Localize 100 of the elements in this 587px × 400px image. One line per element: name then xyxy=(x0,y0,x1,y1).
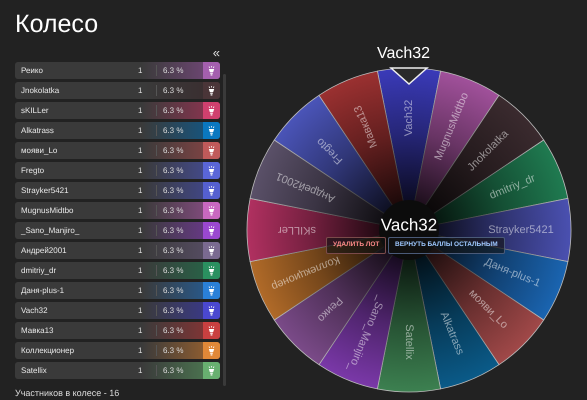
bulb-icon xyxy=(208,186,215,196)
share-value: 6.3 % xyxy=(163,124,184,136)
color-tab[interactable] xyxy=(203,342,220,359)
participant-row[interactable]: Strayker5421 1 6.3 % xyxy=(15,182,220,199)
color-tab[interactable] xyxy=(203,222,220,239)
count-value: 1 xyxy=(138,104,144,116)
share-value: 6.3 % xyxy=(163,224,184,236)
participant-row[interactable]: MugnusMidtbo 1 6.3 % xyxy=(15,202,220,219)
share-value: 6.3 % xyxy=(163,284,184,296)
bulb-icon xyxy=(208,246,215,256)
participant-name: Реико xyxy=(20,64,44,76)
participant-name: Даня-plus-1 xyxy=(20,284,66,296)
participant-name: Strayker5421 xyxy=(20,184,70,196)
color-tab[interactable] xyxy=(203,242,220,259)
participant-name: Андрей2001 xyxy=(20,244,68,256)
color-tab[interactable] xyxy=(203,182,220,199)
segment-label: Satellix xyxy=(403,324,416,360)
count-value: 1 xyxy=(138,364,144,376)
participant-name: Fregto xyxy=(20,164,46,176)
bulb-icon xyxy=(208,106,215,116)
bulb-icon xyxy=(208,86,215,96)
color-tab[interactable] xyxy=(203,262,220,279)
bulb-icon xyxy=(208,226,215,236)
share-value: 6.3 % xyxy=(163,164,184,176)
participant-row[interactable]: sKILLer 1 6.3 % xyxy=(15,102,220,119)
color-tab[interactable] xyxy=(203,162,220,179)
participant-row[interactable]: Fregto 1 6.3 % xyxy=(15,162,220,179)
participant-row[interactable]: Даня-plus-1 1 6.3 % xyxy=(15,282,220,299)
participant-row[interactable]: Коллекционер 1 6.3 % xyxy=(15,342,220,359)
color-tab[interactable] xyxy=(203,142,220,159)
participant-row[interactable]: Андрей2001 1 6.3 % xyxy=(15,242,220,259)
share-value: 6.3 % xyxy=(163,264,184,276)
participant-row[interactable]: Jnokolatka 1 6.3 % xyxy=(15,82,220,99)
collapse-toggle[interactable]: « xyxy=(212,46,220,59)
hub-label: Vach32 xyxy=(380,215,438,234)
bulb-icon xyxy=(208,126,215,136)
participant-row[interactable]: Мавка13 1 6.3 % xyxy=(15,322,220,339)
color-tab[interactable] xyxy=(203,122,220,139)
bulb-icon xyxy=(208,66,215,76)
participant-row[interactable]: Vach32 1 6.3 % xyxy=(15,302,220,319)
count-value: 1 xyxy=(138,344,144,356)
bulb-icon xyxy=(208,286,215,296)
color-tab[interactable] xyxy=(203,102,220,119)
page-title: Колесо xyxy=(15,12,100,37)
count-value: 1 xyxy=(138,224,144,236)
participant-name: мояви_Lo xyxy=(20,144,58,156)
count-value: 1 xyxy=(138,164,144,176)
bulb-icon xyxy=(208,266,215,276)
count-value: 1 xyxy=(138,264,144,276)
participant-name: Мавка13 xyxy=(20,324,54,336)
color-tab[interactable] xyxy=(203,82,220,99)
count-value: 1 xyxy=(138,304,144,316)
participant-name: Jnokolatka xyxy=(20,84,60,96)
segment-label: Vach32 xyxy=(402,100,415,136)
share-value: 6.3 % xyxy=(163,104,184,116)
count-value: 1 xyxy=(138,284,144,296)
participant-name: dmitriy_dr xyxy=(20,264,58,276)
share-value: 6.3 % xyxy=(163,64,184,76)
color-tab[interactable] xyxy=(203,302,220,319)
color-tab[interactable] xyxy=(203,62,220,79)
share-value: 6.3 % xyxy=(163,204,184,216)
participant-row[interactable]: _Sano_Manjiro_ 1 6.3 % xyxy=(15,222,220,239)
pointer-icon xyxy=(389,67,429,85)
participants-count: Участников в колесе - 16 xyxy=(15,387,120,400)
color-tab[interactable] xyxy=(203,362,220,379)
participant-name: MugnusMidtbo xyxy=(20,204,74,216)
share-value: 6.3 % xyxy=(163,344,184,356)
participant-name: sKILLer xyxy=(20,104,50,116)
count-value: 1 xyxy=(138,324,144,336)
participant-name: Коллекционер xyxy=(20,344,76,356)
count-value: 1 xyxy=(138,64,144,76)
participant-name: Vach32 xyxy=(20,304,49,316)
bulb-icon xyxy=(208,326,215,336)
count-value: 1 xyxy=(138,124,144,136)
share-value: 6.3 % xyxy=(163,144,184,156)
share-value: 6.3 % xyxy=(163,84,184,96)
winner-name: Vach32 xyxy=(376,45,430,62)
count-value: 1 xyxy=(138,204,144,216)
share-value: 6.3 % xyxy=(163,324,184,336)
share-value: 6.3 % xyxy=(163,364,184,376)
count-value: 1 xyxy=(138,84,144,96)
color-tab[interactable] xyxy=(203,322,220,339)
participant-row[interactable]: Satellix 1 6.3 % xyxy=(15,362,220,379)
color-tab[interactable] xyxy=(203,202,220,219)
color-tab[interactable] xyxy=(203,282,220,299)
bulb-icon xyxy=(208,166,215,176)
participant-row[interactable]: Alkatrass 1 6.3 % xyxy=(15,122,220,139)
participant-row[interactable]: мояви_Lo 1 6.3 % xyxy=(15,142,220,159)
count-value: 1 xyxy=(138,184,144,196)
participant-name: Satellix xyxy=(20,364,48,376)
bulb-icon xyxy=(208,346,215,356)
bulb-icon xyxy=(208,146,215,156)
participant-row[interactable]: dmitriy_dr 1 6.3 % xyxy=(15,262,220,279)
participant-name: _Sano_Manjiro_ xyxy=(20,224,80,236)
share-value: 6.3 % xyxy=(163,304,184,316)
count-value: 1 xyxy=(138,144,144,156)
share-value: 6.3 % xyxy=(163,244,184,256)
participant-row[interactable]: Реико 1 6.3 % xyxy=(15,62,220,79)
count-value: 1 xyxy=(138,244,144,256)
bulb-icon xyxy=(208,206,215,216)
